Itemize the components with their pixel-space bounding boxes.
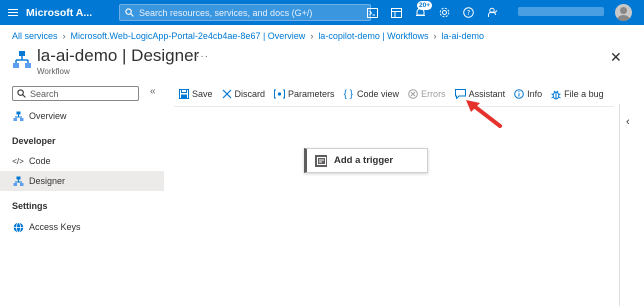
sidebar-item-label: Access Keys — [29, 222, 81, 232]
sidebar-item-label: Code — [29, 156, 51, 166]
braces-icon: { } — [343, 88, 354, 100]
save-label: Save — [192, 89, 213, 99]
panel-divider — [619, 104, 620, 306]
feedback-icon[interactable] — [480, 0, 504, 25]
global-search-input[interactable]: Search resources, services, and docs (G+… — [119, 4, 371, 21]
add-trigger-card[interactable]: Add a trigger — [304, 148, 428, 173]
breadcrumb-workflows[interactable]: la-copilot-demo | Workflows — [318, 31, 428, 41]
help-icon[interactable]: ? — [456, 0, 480, 25]
errors-label: Errors — [421, 89, 446, 99]
sidebar-item-access-keys[interactable]: Access Keys — [0, 217, 164, 237]
page-title: la-ai-demo | Designer — [37, 46, 200, 65]
file-bug-label: File a bug — [564, 89, 604, 99]
portal-brand[interactable]: Microsoft A... — [26, 7, 112, 19]
error-icon — [408, 89, 418, 99]
breadcrumb: All services › Microsoft.Web-LogicApp-Po… — [12, 31, 484, 41]
workflow-icon — [12, 175, 24, 187]
sidebar-item-designer[interactable]: Designer — [0, 171, 164, 191]
errors-button[interactable]: Errors — [408, 89, 446, 99]
menu-icon[interactable] — [0, 0, 26, 25]
top-bar-icons: 20+ ? — [360, 0, 504, 25]
save-button[interactable]: Save — [179, 89, 213, 99]
sidebar-item-code[interactable]: </> Code — [0, 151, 164, 171]
annotation-arrow-icon — [466, 100, 502, 128]
toolbar-divider — [174, 106, 614, 107]
avatar[interactable] — [615, 4, 632, 21]
breadcrumb-logic-app-overview[interactable]: Microsoft.Web-LogicApp-Portal-2e4cb4ae-8… — [71, 31, 306, 41]
save-icon — [179, 89, 189, 99]
parameters-icon — [274, 89, 286, 99]
collapse-sidebar-icon[interactable]: « — [150, 86, 156, 97]
info-label: Info — [527, 89, 543, 99]
breadcrumb-current-workflow[interactable]: la-ai-demo — [442, 31, 485, 41]
discard-button[interactable]: Discard — [222, 89, 266, 99]
breadcrumb-all-services[interactable]: All services — [12, 31, 58, 41]
sidebar-item-label: Designer — [29, 176, 66, 186]
notifications-badge: 20+ — [417, 1, 433, 10]
cloud-shell-icon[interactable] — [360, 0, 384, 25]
breadcrumb-separator-icon: › — [310, 31, 314, 41]
sidebar-item-label: Overview — [29, 111, 67, 121]
sidebar-section-title: Settings — [12, 201, 48, 211]
workflow-icon — [13, 51, 31, 68]
breadcrumb-separator-icon: › — [433, 31, 437, 41]
info-button[interactable]: Info — [514, 89, 542, 99]
global-search-placeholder: Search resources, services, and docs (G+… — [139, 7, 313, 18]
globe-icon — [12, 221, 24, 233]
info-icon — [514, 89, 524, 99]
bug-icon — [551, 90, 561, 99]
parameters-button[interactable]: Parameters — [274, 89, 335, 99]
close-icon[interactable]: ✕ — [610, 49, 622, 66]
settings-gear-icon[interactable] — [432, 0, 456, 25]
breadcrumb-separator-icon: › — [62, 31, 66, 41]
trigger-icon — [315, 154, 327, 167]
discard-label: Discard — [234, 89, 266, 99]
file-bug-button[interactable]: File a bug — [551, 89, 604, 100]
svg-text:?: ? — [466, 9, 470, 17]
code-icon: </> — [12, 156, 24, 166]
page-subtitle: Workflow — [37, 67, 70, 76]
search-icon — [125, 8, 134, 17]
chevron-left-icon[interactable]: ‹ — [626, 116, 630, 128]
search-icon — [17, 89, 26, 98]
add-trigger-label: Add a trigger — [334, 155, 394, 166]
sidebar-search-placeholder: Search — [30, 88, 59, 99]
sidebar-section-title: Developer — [12, 136, 56, 146]
notifications-icon[interactable]: 20+ — [408, 0, 433, 25]
sidebar-item-overview[interactable]: Overview — [0, 106, 164, 126]
close-icon — [222, 89, 231, 99]
sidebar-search-input[interactable]: Search — [12, 86, 139, 101]
more-options-icon[interactable]: ··· — [196, 51, 209, 62]
account-name-redacted[interactable] — [518, 7, 604, 16]
parameters-label: Parameters — [288, 89, 335, 99]
workflow-icon — [12, 110, 24, 122]
code-view-button[interactable]: { } Code view — [344, 89, 400, 100]
code-view-label: Code view — [357, 89, 400, 99]
directory-filter-icon[interactable] — [384, 0, 408, 25]
designer-toolbar: Save Discard Parameters { } Code view Er… — [179, 86, 613, 102]
